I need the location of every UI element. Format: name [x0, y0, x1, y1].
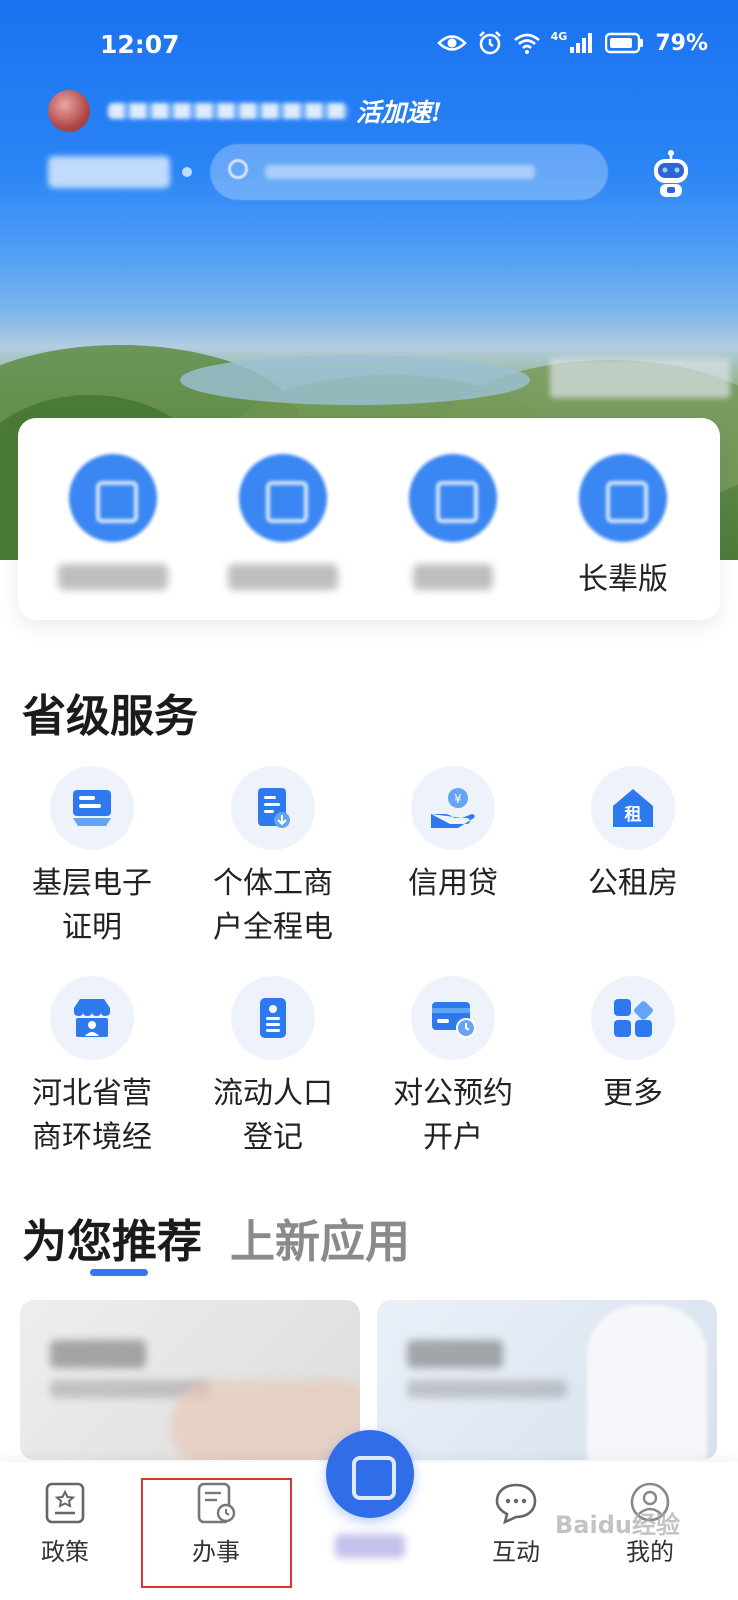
hands-image	[170, 1380, 360, 1460]
quick-action-1-icon	[69, 454, 157, 542]
service-label: 个体工商 户全程电	[213, 866, 333, 945]
service-label: 公租房	[588, 866, 678, 901]
doctor-image	[587, 1305, 707, 1460]
greeting-text: 活加速!	[356, 98, 442, 127]
robot-assistant-icon[interactable]	[648, 150, 694, 200]
avatar[interactable]	[48, 90, 90, 132]
chat-bubble-icon	[495, 1483, 537, 1525]
elder-mode-icon	[579, 454, 667, 542]
service-certificate[interactable]: 基层电子 证明	[12, 766, 172, 950]
quick-action-1-label	[58, 564, 168, 590]
city-search-row	[48, 143, 698, 201]
recommend-card-2[interactable]	[377, 1300, 717, 1460]
recommend-card-1-title	[50, 1340, 146, 1368]
section-title: 省级服务	[22, 691, 198, 742]
quick-action-3[interactable]	[393, 454, 513, 590]
quick-action-2-label	[228, 564, 338, 590]
greeting-blurred-text	[108, 103, 348, 119]
network-type: 4G	[550, 29, 568, 43]
greeting-row: 活加速!	[48, 88, 442, 134]
search-placeholder-blur	[265, 165, 535, 179]
elder-mode-label: 长辈版	[578, 562, 668, 597]
search-icon	[228, 159, 248, 179]
quick-actions-card: 长辈版	[18, 418, 720, 620]
nav-policy[interactable]: 政策	[15, 1480, 115, 1567]
status-bar: 12:07 4G 79%	[0, 0, 738, 88]
quick-action-1[interactable]	[53, 454, 173, 590]
nav-interaction-label: 互动	[492, 1538, 540, 1566]
lake-shape	[180, 355, 530, 405]
service-label: 基层电子 证明	[32, 866, 152, 945]
tab-recommended[interactable]: 为您推荐	[22, 1205, 203, 1276]
bank-card-clock-icon	[411, 976, 495, 1060]
document-download-icon	[231, 766, 315, 850]
nav-home-button[interactable]	[326, 1430, 414, 1518]
tab-recommended-label: 为您推荐	[22, 1215, 203, 1268]
loan-hand-icon: ¥	[411, 766, 495, 850]
service-label: 信用贷	[408, 866, 498, 901]
signal-icon	[570, 33, 593, 53]
service-label: 河北省营 商环境经	[32, 1076, 152, 1155]
alarm-icon	[478, 31, 501, 55]
recommend-card-1[interactable]	[20, 1300, 360, 1460]
search-input[interactable]	[210, 144, 608, 200]
chevron-down-icon[interactable]	[182, 167, 192, 177]
recommend-card-2-subtitle	[407, 1380, 567, 1398]
business-shop-icon	[50, 976, 134, 1060]
billboard-blur	[550, 358, 730, 398]
quick-action-3-icon	[409, 454, 497, 542]
service-label: 流动人口 登记	[213, 1076, 333, 1155]
quick-action-2[interactable]	[223, 454, 343, 590]
nav-interaction[interactable]: 互动	[466, 1480, 566, 1567]
service-public-rental[interactable]: 租 公租房	[553, 766, 713, 906]
nav-home-label	[335, 1534, 405, 1558]
city-selector[interactable]	[48, 156, 170, 188]
quick-action-2-icon	[239, 454, 327, 542]
svg-text:¥: ¥	[454, 792, 462, 806]
svg-text:租: 租	[625, 804, 642, 825]
service-more[interactable]: 更多	[553, 976, 713, 1116]
certificate-icon	[50, 766, 134, 850]
service-floating-population[interactable]: 流动人口 登记	[193, 976, 353, 1160]
service-label: 对公预约 开户	[393, 1076, 513, 1155]
recommend-tabs: 为您推荐 上新应用	[22, 1205, 410, 1276]
policy-icon	[45, 1482, 85, 1524]
nav-policy-label: 政策	[41, 1538, 89, 1566]
grid-more-icon	[591, 976, 675, 1060]
rent-house-icon: 租	[591, 766, 675, 850]
tab-new-apps[interactable]: 上新应用	[230, 1205, 410, 1270]
service-business-environment[interactable]: 河北省营 商环境经	[12, 976, 172, 1160]
battery-percent: 79%	[655, 30, 708, 56]
recommend-card-2-title	[407, 1340, 503, 1368]
quick-action-elder-mode[interactable]: 长辈版	[563, 454, 683, 598]
eye-icon	[436, 35, 467, 51]
tab-underline	[90, 1269, 148, 1276]
service-label: 更多	[603, 1076, 663, 1111]
service-credit-loan[interactable]: ¥ 信用贷	[373, 766, 533, 906]
watermark: Baidu经验	[555, 1511, 680, 1539]
id-card-icon	[231, 976, 315, 1060]
battery-icon	[605, 32, 644, 54]
service-corporate-account[interactable]: 对公预约 开户	[373, 976, 533, 1160]
wifi-icon	[513, 33, 540, 54]
quick-action-3-label	[413, 564, 493, 590]
status-icons: 4G 79%	[436, 29, 708, 56]
status-time: 12:07	[100, 30, 180, 59]
highlight-annotation-box	[141, 1478, 292, 1588]
service-self-employed[interactable]: 个体工商 户全程电	[193, 766, 353, 950]
